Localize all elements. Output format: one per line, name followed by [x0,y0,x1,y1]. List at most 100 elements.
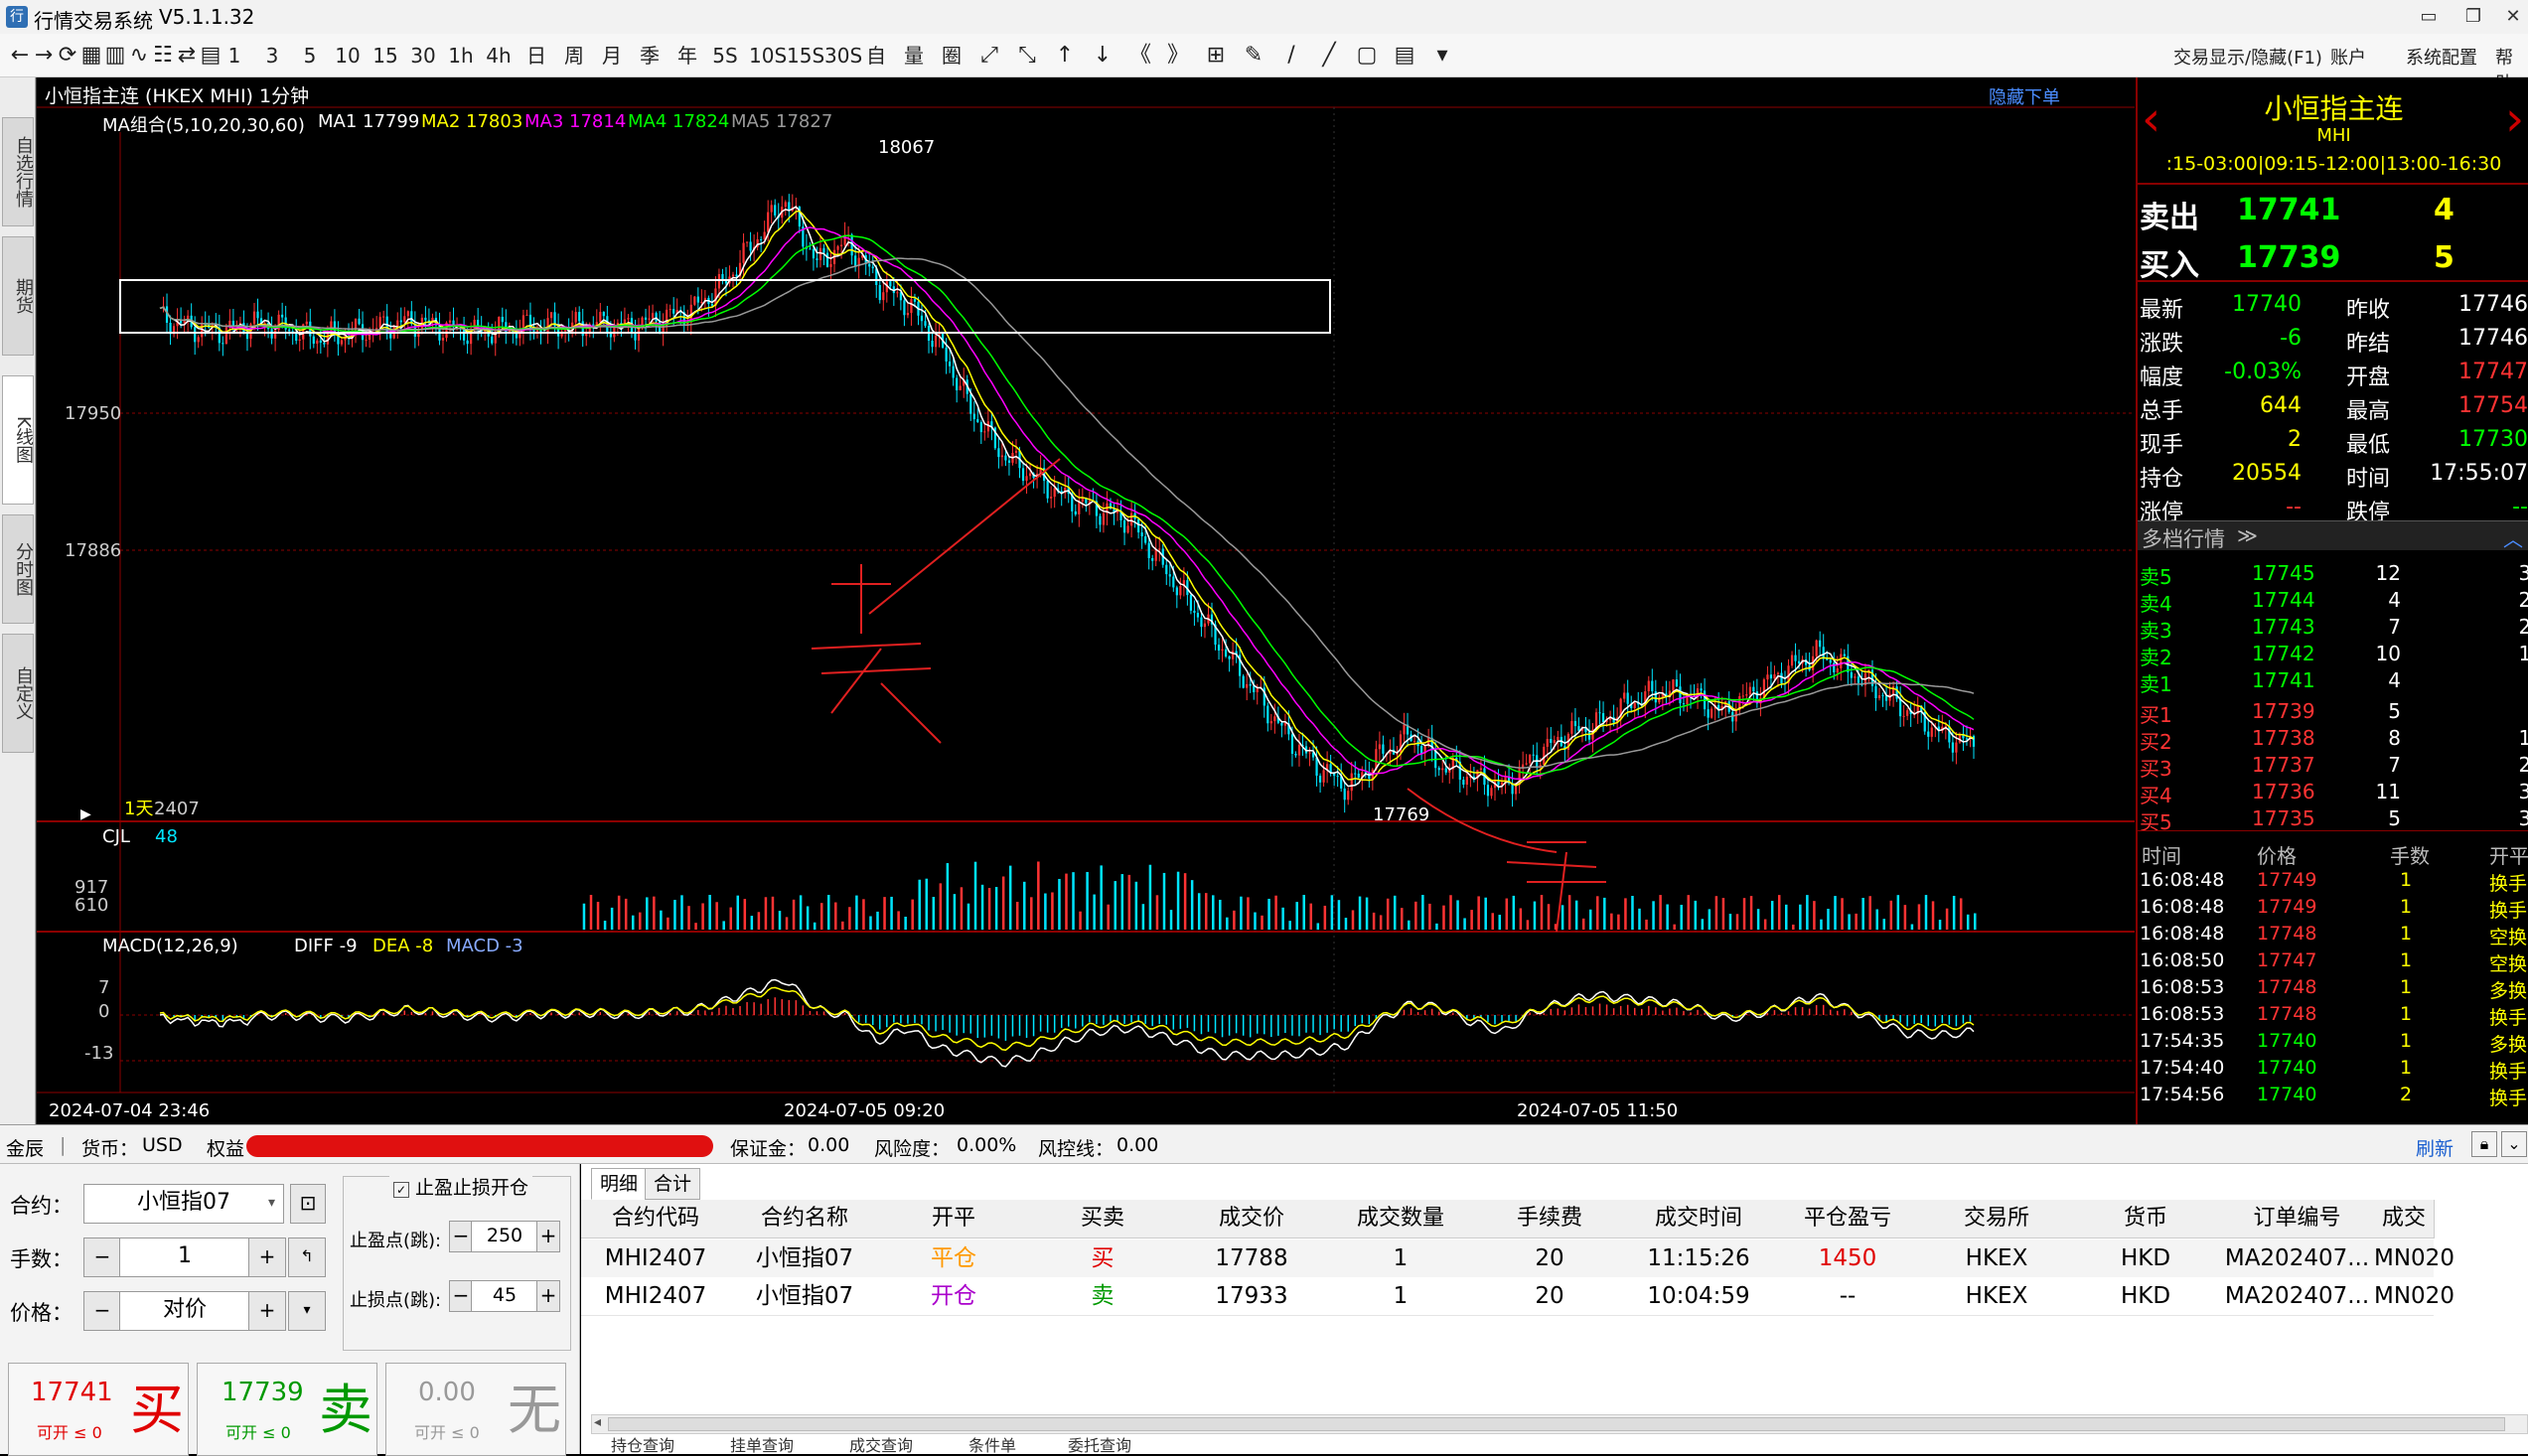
drawing-tool-icon[interactable]: / [1277,42,1305,70]
table-cell[interactable]: MN020 [2374,1239,2454,1278]
table-cell[interactable]: HKD [2071,1239,2220,1278]
table-cell[interactable]: 1 [1326,1239,1475,1278]
table-cell[interactable]: 小恒指07 [730,1277,879,1316]
period-button-14[interactable]: 10S [749,42,787,70]
period-button-5[interactable]: 30 [409,42,437,70]
table-cell[interactable]: HKEX [1922,1239,2071,1278]
column-header[interactable]: 手续费 [1475,1200,1625,1238]
qty-decrease-button[interactable]: − [83,1238,121,1277]
tp-decrease-button[interactable]: − [449,1221,473,1252]
drawing-tool-icon[interactable]: ▢ [1353,42,1381,70]
period-button-6[interactable]: 1h [447,42,475,70]
contract-select[interactable]: 小恒指07 ▾ [83,1184,284,1224]
left-tab-1[interactable]: 期货 [2,236,34,356]
drawing-tool-icon[interactable]: ↓ [1089,42,1116,70]
price-increase-button[interactable]: + [248,1291,286,1331]
left-tab-2[interactable]: K线图 [2,375,34,505]
period-button-9[interactable]: 周 [560,42,588,70]
sell-button[interactable]: 17739 卖 可开 ≤ 0 [197,1363,377,1456]
toolbar-menu-item[interactable]: 系统配置 [2406,44,2477,70]
drawing-tool-icon[interactable]: 《 [1126,42,1154,70]
table-cell[interactable]: 20 [1475,1277,1624,1316]
stop-loss-input[interactable]: 45 [471,1280,538,1312]
period-button-2[interactable]: 5 [296,42,324,70]
sl-increase-button[interactable]: + [536,1280,560,1312]
table-cell[interactable]: MA202407... [2220,1277,2374,1316]
scrollbar-thumb[interactable] [608,1417,2505,1431]
price-decrease-button[interactable]: − [83,1291,121,1331]
period-button-17[interactable]: 自 [862,42,890,70]
qty-increase-button[interactable]: + [248,1238,286,1277]
period-button-19[interactable]: 圈 [938,42,966,70]
query-tab-3[interactable]: 条件单 [968,1438,1016,1454]
period-button-3[interactable]: 10 [334,42,362,70]
period-button-11[interactable]: 季 [636,42,664,70]
drawing-tool-icon[interactable]: ⤢ [975,42,1003,70]
period-button-16[interactable]: 30S [824,42,862,70]
toolbar-menu-item[interactable]: 交易显示/隐藏(F1) [2173,44,2322,70]
refresh-button[interactable]: 刷新 [2416,1134,2454,1161]
table-cell[interactable]: 17788 [1177,1239,1326,1278]
table-cell[interactable]: 卖 [1028,1277,1177,1316]
price-mode-dropdown[interactable]: ▾ [288,1291,326,1331]
drawing-tool-icon[interactable]: ⤡ [1013,42,1041,70]
column-header[interactable]: 订单编号 [2220,1200,2375,1238]
period-button-18[interactable]: 量 [900,42,928,70]
sl-decrease-button[interactable]: − [449,1280,473,1312]
table-cell[interactable]: 20 [1475,1239,1624,1278]
scroll-left-icon[interactable]: ◂ [594,1414,601,1430]
period-button-4[interactable]: 15 [372,42,399,70]
collapse-down-icon[interactable]: ≫ [2237,523,2258,547]
left-tab-0[interactable]: 自选行情 [2,117,34,226]
table-cell[interactable]: MN020 [2374,1277,2454,1316]
period-button-7[interactable]: 4h [485,42,513,70]
tab-detail[interactable]: 明细 [591,1168,648,1200]
take-profit-input[interactable]: 250 [471,1221,538,1252]
checkbox-checked-icon[interactable]: ✓ [393,1182,409,1198]
table-cell[interactable]: 买 [1028,1239,1177,1278]
period-button-10[interactable]: 月 [598,42,626,70]
drawing-tool-icon[interactable]: ✎ [1240,42,1267,70]
table-cell[interactable]: 平仓 [879,1239,1028,1278]
table-cell[interactable]: 10:04:59 [1624,1277,1773,1316]
collapse-panel-icon[interactable]: ⌄ [2501,1131,2527,1157]
horizontal-scrollbar[interactable]: ◂ [591,1414,2528,1434]
column-header[interactable]: 货币 [2071,1200,2221,1238]
column-header[interactable]: 成交编 [2374,1200,2435,1268]
play-icon[interactable]: ▶ [80,806,91,822]
kline-chart-panel[interactable]: 小恒指主连 (HKEX MHI) 1分钟 隐藏下单 MA组合(5,10,20,3… [36,77,2135,1124]
drawing-tool-icon[interactable]: ⊞ [1202,42,1230,70]
table-cell[interactable]: 1450 [1773,1239,1922,1278]
drawing-tool-icon[interactable]: ↑ [1051,42,1079,70]
table-cell[interactable]: 17933 [1177,1277,1326,1316]
query-tab-1[interactable]: 挂单查询 [730,1438,794,1454]
lock-contract-icon[interactable]: ⊡ [290,1184,326,1224]
close-position-button[interactable]: 0.00 无 可开 ≤ 0 [385,1363,566,1456]
left-tab-3[interactable]: 分时图 [2,514,34,624]
drawing-tool-icon[interactable]: ╱ [1315,42,1343,70]
table-cell[interactable]: MA202407... [2220,1239,2374,1278]
period-button-12[interactable]: 年 [673,42,701,70]
table-cell[interactable]: MHI2407 [581,1239,730,1278]
close-button[interactable]: ✕ [2493,2,2528,32]
depth-header[interactable]: 多档行情 ≫ ︿ [2138,520,2528,552]
minimize-button[interactable]: ▭ [2409,2,2449,32]
query-tab-2[interactable]: 成交查询 [849,1438,913,1454]
qty-input[interactable]: 1 [119,1238,250,1277]
period-button-13[interactable]: 5S [711,42,739,70]
price-input[interactable]: 对价 [119,1291,250,1331]
collapse-up-icon[interactable]: ︿ [2503,523,2523,552]
column-header[interactable]: 成交数量 [1326,1200,1476,1238]
table-cell[interactable]: -- [1773,1277,1922,1316]
stop-checkbox[interactable]: ✓ 止盈止损开仓 [389,1173,533,1200]
table-cell[interactable]: 开仓 [879,1277,1028,1316]
column-header[interactable]: 合约名称 [730,1200,880,1238]
column-header[interactable]: 成交时间 [1624,1200,1774,1238]
table-cell[interactable]: MHI2407 [581,1277,730,1316]
kline-chart-svg[interactable] [37,77,2135,1124]
column-header[interactable]: 开平 [879,1200,1029,1238]
period-button-15[interactable]: 15S [787,42,824,70]
table-cell[interactable]: 11:15:26 [1624,1239,1773,1278]
drawing-tool-icon[interactable]: 》 [1164,42,1192,70]
table-cell[interactable]: HKD [2071,1277,2220,1316]
